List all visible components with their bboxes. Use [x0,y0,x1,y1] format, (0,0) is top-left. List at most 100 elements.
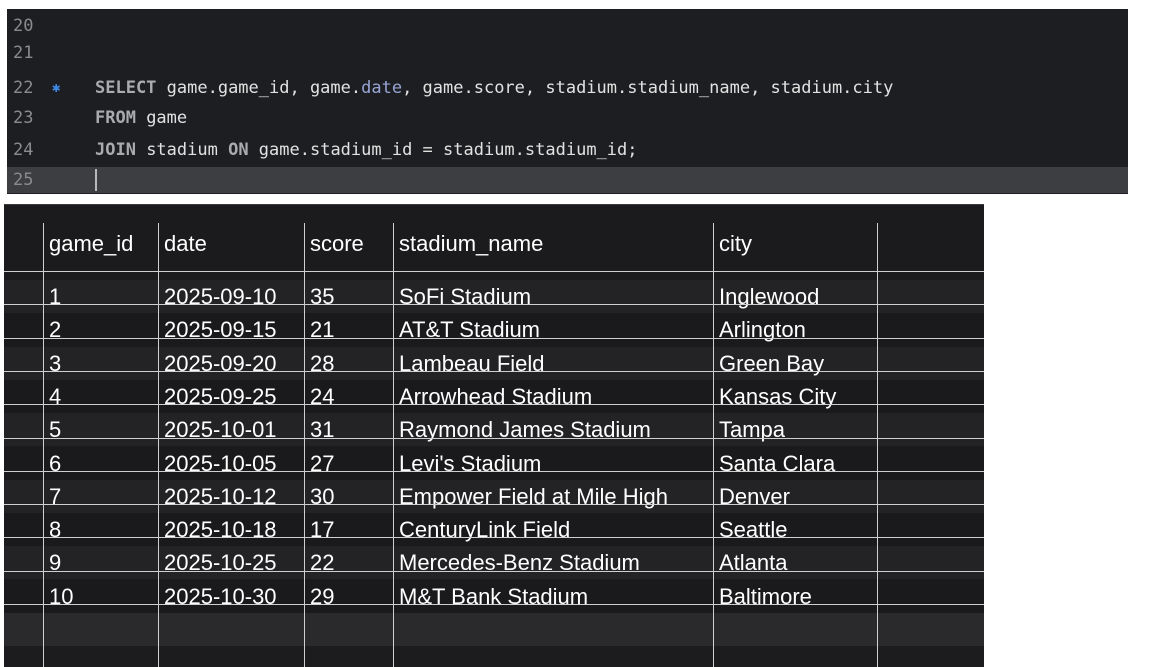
cell-date[interactable]: 2025-10-01 [159,413,305,446]
cell-city[interactable]: Seattle [714,513,878,546]
table-row[interactable]: 2 2025-09-15 21 AT&T Stadium Arlington [4,313,984,347]
cell-game-id[interactable]: 8 [44,513,159,546]
line-number: 21 [13,43,34,63]
cell-game-id[interactable]: 5 [44,413,159,446]
row-separator [4,271,984,272]
cell-score[interactable]: 24 [305,380,394,413]
cell-date[interactable]: 2025-10-30 [159,580,305,613]
result-grid[interactable]: game_id date score stadium_name city 1 2025-0… [4,204,984,667]
cell-city[interactable]: Santa Clara [714,447,878,480]
cell-score[interactable]: 21 [305,313,394,346]
table-row[interactable]: 4 2025-09-25 24 Arrowhead Stadium Kansas Cit… [4,379,984,413]
sql-keyword: SELECT [95,78,157,98]
cell-game-id[interactable]: 3 [44,347,159,380]
editor-line[interactable]: 22 ✱ SELECT game.game_id, game.date, game.… [7,75,1128,101]
cell-score[interactable]: 22 [305,546,394,579]
column-separator[interactable] [393,223,394,667]
table-row[interactable]: 3 2025-09-20 28 Lambeau Field Green Bay [4,346,984,380]
cell-score[interactable]: 35 [305,280,394,313]
cell-score[interactable]: 17 [305,513,394,546]
table-row[interactable]: 5 2025-10-01 31 Raymond James Stadium Tampa [4,413,984,447]
sql-editor[interactable]: 20 21 22 ✱ SELECT game.game_id, game.date, g… [7,9,1128,194]
editor-line[interactable]: 24 JOIN stadium ON game.stadium_id = stad… [7,137,1128,163]
cell-score[interactable]: 27 [305,447,394,480]
sql-token: game.stadium_id = stadium.stadium_id; [248,140,638,160]
row-separator [4,438,984,439]
table-row[interactable]: 6 2025-10-05 27 Levi's Stadium Santa Clara [4,446,984,480]
empty-row [4,646,984,667]
row-separator [4,571,984,572]
row-separator [4,371,984,372]
column-header-stadium-name[interactable]: stadium_name [394,219,714,269]
cell-stadium-name[interactable]: Empower Field at Mile High [394,480,714,513]
row-separator [4,471,984,472]
cell-city[interactable]: Denver [714,480,878,513]
cell-stadium-name[interactable]: CenturyLink Field [394,513,714,546]
cell-game-id[interactable]: 10 [44,580,159,613]
cell-date[interactable]: 2025-10-25 [159,546,305,579]
cell-stadium-name[interactable]: Levi's Stadium [394,447,714,480]
cell-city[interactable]: Inglewood [714,280,878,313]
column-header-score[interactable]: score [305,219,394,269]
editor-line[interactable]: 25 [7,167,1128,193]
code-text: JOIN stadium ON game.stadium_id = stadiu… [95,137,638,163]
cell-game-id[interactable]: 6 [44,447,159,480]
column-header-game-id[interactable]: game_id [44,219,159,269]
editor-line[interactable]: 23 FROM game [7,105,1128,131]
cell-city[interactable]: Atlanta [714,546,878,579]
statement-marker-icon[interactable]: ✱ [52,75,60,101]
cell-game-id[interactable]: 1 [44,280,159,313]
column-separator[interactable] [304,223,305,667]
cell-city[interactable]: Tampa [714,413,878,446]
cell-game-id[interactable]: 4 [44,380,159,413]
table-row[interactable]: 7 2025-10-12 30 Empower Field at Mile High D… [4,479,984,513]
row-separator [4,604,984,605]
cell-stadium-name[interactable]: AT&T Stadium [394,313,714,346]
cell-stadium-name[interactable]: SoFi Stadium [394,280,714,313]
editor-line[interactable]: 21 [7,40,1128,66]
cell-stadium-name[interactable]: Arrowhead Stadium [394,380,714,413]
sql-token: stadium [135,140,229,160]
cell-game-id[interactable]: 7 [44,480,159,513]
cell-date[interactable]: 2025-09-25 [159,380,305,413]
line-number: 20 [13,16,34,36]
cell-date[interactable]: 2025-09-10 [159,280,305,313]
cell-stadium-name[interactable]: Lambeau Field [394,347,714,380]
cell-score[interactable]: 31 [305,413,394,446]
cell-city[interactable]: Kansas City [714,380,878,413]
column-separator[interactable] [43,223,44,667]
column-separator[interactable] [158,223,159,667]
row-separator [4,338,984,339]
cell-date[interactable]: 2025-10-12 [159,480,305,513]
cell-date[interactable]: 2025-10-05 [159,447,305,480]
cell-date[interactable]: 2025-09-20 [159,347,305,380]
cell-city[interactable]: Green Bay [714,347,878,380]
cell-game-id[interactable]: 9 [44,546,159,579]
column-header-city[interactable]: city [714,219,878,269]
editor-line[interactable]: 20 [7,13,1128,39]
row-separator [4,404,984,405]
table-row[interactable]: 1 2025-09-10 35 SoFi Stadium Inglewood [4,280,984,313]
cell-score[interactable]: 28 [305,347,394,380]
column-header-date[interactable]: date [159,219,305,269]
column-separator[interactable] [877,223,878,667]
cell-stadium-name[interactable]: Raymond James Stadium [394,413,714,446]
cell-date[interactable]: 2025-10-18 [159,513,305,546]
cell-score[interactable]: 30 [305,480,394,513]
cell-game-id[interactable]: 2 [44,313,159,346]
row-separator [4,504,984,505]
table-row[interactable]: 10 2025-10-30 29 M&T Bank Stadium Baltimore [4,579,984,613]
text-caret [95,169,97,191]
result-grid-header: game_id date score stadium_name city [4,219,984,269]
column-separator[interactable] [713,223,714,667]
cell-score[interactable]: 29 [305,580,394,613]
line-number: 25 [13,170,34,190]
line-number: 24 [13,140,34,160]
table-row[interactable]: 9 2025-10-25 22 Mercedes-Benz Stadium Atlant… [4,546,984,580]
cell-city[interactable]: Baltimore [714,580,878,613]
table-row[interactable]: 8 2025-10-18 17 CenturyLink Field Seattle [4,513,984,547]
cell-city[interactable]: Arlington [714,313,878,346]
cell-stadium-name[interactable]: M&T Bank Stadium [394,580,714,613]
cell-stadium-name[interactable]: Mercedes-Benz Stadium [394,546,714,579]
cell-date[interactable]: 2025-09-15 [159,313,305,346]
